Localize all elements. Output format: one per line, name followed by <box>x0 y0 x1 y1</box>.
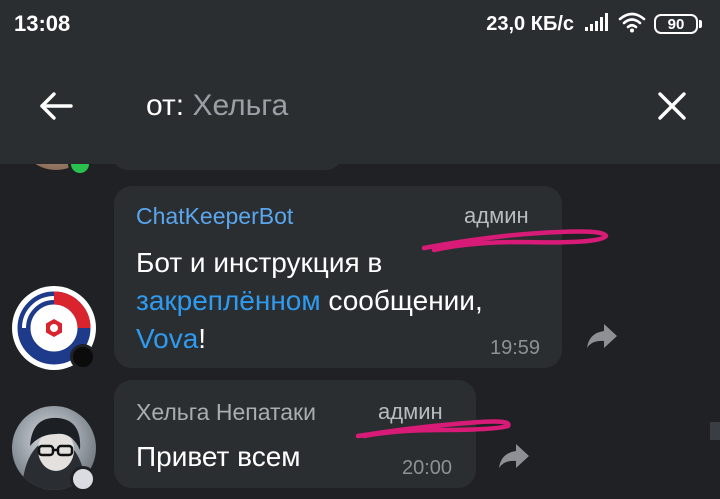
network-speed: 23,0 КБ/с <box>486 12 574 35</box>
search-name: Хельга <box>192 89 289 122</box>
search-query[interactable]: от: Хельга <box>146 82 288 130</box>
forward-icon <box>499 444 529 468</box>
sender-name[interactable]: Хельга Непатаки <box>136 398 316 426</box>
status-indicators: 23,0 КБ/с 90 <box>486 11 702 38</box>
admin-label: админ <box>464 203 529 228</box>
signal-icon <box>584 12 610 37</box>
message-text-part: сообщении, <box>320 285 483 316</box>
sender-name[interactable]: ChatKeeperBot <box>136 202 293 230</box>
status-dot <box>70 466 96 492</box>
battery-cap <box>699 20 702 28</box>
arrow-left-icon <box>40 92 73 120</box>
status-time: 13:08 <box>14 11 71 36</box>
app-bar: от: Хельга <box>0 48 720 164</box>
admin-label: админ <box>378 399 443 424</box>
forward-button[interactable] <box>494 436 534 476</box>
forward-icon <box>587 324 617 348</box>
online-status-dot <box>68 164 92 176</box>
status-dot <box>70 344 96 370</box>
previous-message-bubble <box>112 164 342 170</box>
status-bar: 13:08 23,0 КБ/с 90 <box>0 0 720 48</box>
back-button[interactable] <box>26 76 86 136</box>
search-prefix: от: <box>146 89 193 122</box>
battery-level: 90 <box>654 14 698 34</box>
message-text: Бот и инструкция в закреплённом сообщени… <box>136 244 546 358</box>
message-time: 19:59 <box>490 337 541 359</box>
battery-icon: 90 <box>654 14 702 34</box>
message-list[interactable]: ChatKeeperBot админ Бот и инструкция в з… <box>0 164 720 499</box>
user-mention-link[interactable]: Vova <box>136 323 198 354</box>
message-text-part: ! <box>198 323 207 354</box>
pinned-message-link[interactable]: закреплённом <box>136 285 321 316</box>
message-time: 20:00 <box>402 457 453 479</box>
message-text: Привет всем <box>136 441 301 472</box>
forward-button[interactable] <box>582 316 622 356</box>
message-text-part: Бот и инструкция в <box>136 247 383 278</box>
wifi-icon <box>618 11 646 38</box>
close-button[interactable] <box>642 76 702 136</box>
close-icon <box>658 92 686 120</box>
scroll-edge-marker <box>710 422 720 440</box>
